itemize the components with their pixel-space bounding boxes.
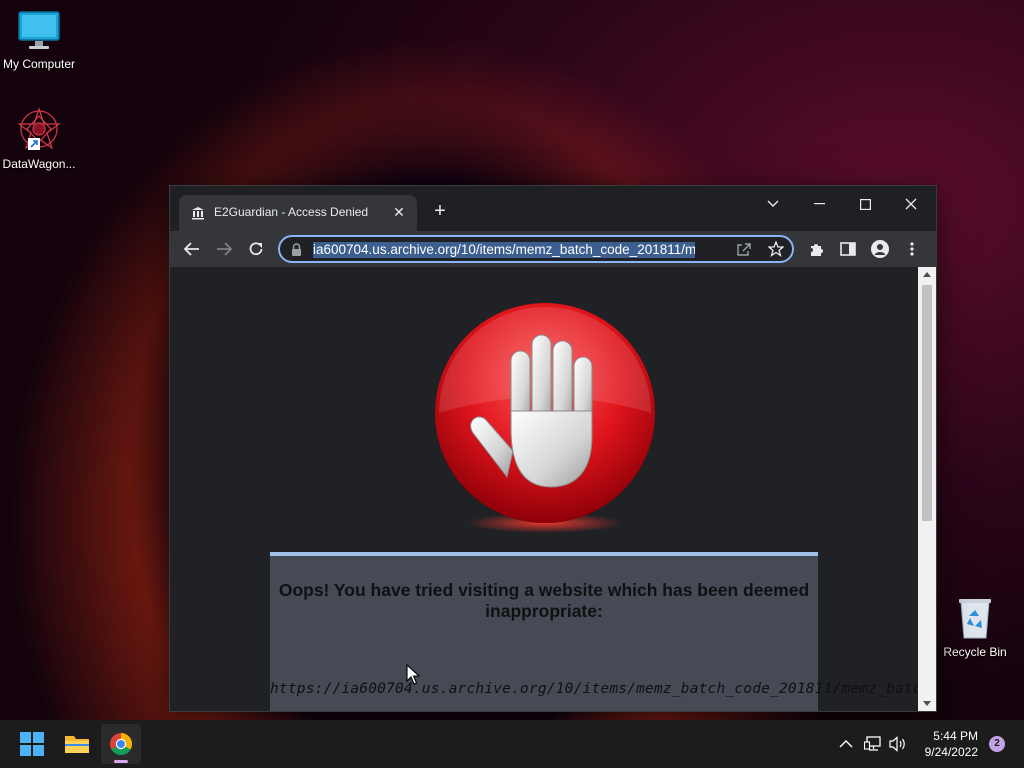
maximize-icon xyxy=(859,198,871,210)
arrow-right-icon xyxy=(217,242,232,256)
scroll-down-arrow-icon[interactable] xyxy=(923,701,931,707)
maximize-button[interactable] xyxy=(842,189,888,219)
chevron-down-icon xyxy=(767,200,779,207)
back-button[interactable] xyxy=(180,237,204,261)
close-icon xyxy=(905,198,917,210)
volume-icon[interactable] xyxy=(889,736,907,752)
file-explorer-button[interactable] xyxy=(57,724,97,764)
new-tab-button[interactable]: + xyxy=(429,201,451,223)
taskbar: 5:44 PM 9/24/2022 2 xyxy=(0,720,1024,768)
monitor-icon xyxy=(18,11,60,49)
desktop-icon-my-computer[interactable]: My Computer xyxy=(0,10,78,71)
side-panel-button[interactable] xyxy=(836,237,860,261)
lock-icon xyxy=(292,243,301,256)
address-bar[interactable]: ia600704.us.archive.org/10/items/memz_ba… xyxy=(278,235,794,263)
puzzle-icon xyxy=(811,244,823,256)
access-denied-heading: Oops! You have tried visiting a website … xyxy=(278,580,810,621)
star-icon[interactable] xyxy=(768,241,784,257)
browser-window: E2Guardian - Access Denied ✕ + ia600704.… xyxy=(169,185,937,712)
more-vert-icon xyxy=(910,242,914,256)
page-content: Oops! You have tried visiting a website … xyxy=(170,267,918,711)
folder-icon xyxy=(65,736,89,753)
extensions-button[interactable] xyxy=(804,237,828,261)
share-icon[interactable] xyxy=(736,242,752,257)
network-icon[interactable] xyxy=(864,736,882,752)
start-button[interactable] xyxy=(12,724,52,764)
windows-logo-icon xyxy=(20,732,44,756)
desktop-icon-label: Recycle Bin xyxy=(943,645,1007,659)
minimize-icon xyxy=(813,203,825,205)
desktop-icon-label: My Computer xyxy=(2,57,76,71)
tab-e2guardian[interactable]: E2Guardian - Access Denied ✕ xyxy=(179,195,417,231)
notification-badge[interactable]: 2 xyxy=(989,736,1005,752)
tab-strip: E2Guardian - Access Denied ✕ + xyxy=(170,186,936,231)
arrow-left-icon xyxy=(184,242,199,256)
browser-toolbar: ia600704.us.archive.org/10/items/memz_ba… xyxy=(170,231,936,267)
mouse-cursor-icon xyxy=(406,664,420,685)
bank-building-icon xyxy=(192,207,204,220)
reload-button[interactable] xyxy=(244,237,268,261)
close-window-button[interactable] xyxy=(888,189,934,219)
desktop-icon-recycle-bin[interactable]: Recycle Bin xyxy=(936,596,1014,659)
recycle-bin-icon xyxy=(959,599,991,639)
tab-title: E2Guardian - Access Denied xyxy=(214,205,369,219)
clock-time: 5:44 PM xyxy=(933,729,978,743)
desktop-icon-datawagon[interactable]: DataWagon... xyxy=(0,106,78,171)
system-clock[interactable]: 5:44 PM 9/24/2022 xyxy=(925,728,978,760)
url-text[interactable]: ia600704.us.archive.org/10/items/memz_ba… xyxy=(313,242,695,258)
side-panel-icon xyxy=(840,242,856,256)
chrome-icon xyxy=(110,733,132,755)
close-tab-icon[interactable]: ✕ xyxy=(389,202,409,222)
avatar-icon xyxy=(871,240,889,258)
scroll-up-arrow-icon[interactable] xyxy=(923,271,931,277)
clock-date: 9/24/2022 xyxy=(924,745,978,759)
menu-button[interactable] xyxy=(900,237,924,261)
forward-button[interactable] xyxy=(212,237,236,261)
desktop-icon-label: DataWagon... xyxy=(2,157,76,171)
minimize-button[interactable] xyxy=(796,189,842,219)
profile-button[interactable] xyxy=(868,237,892,261)
tab-search-button[interactable] xyxy=(750,189,796,219)
stop-hand-icon xyxy=(435,303,655,533)
active-app-indicator xyxy=(114,760,128,763)
datawagon-logo-icon xyxy=(17,107,61,150)
scroll-thumb[interactable] xyxy=(922,285,932,521)
vertical-scrollbar[interactable] xyxy=(918,267,936,711)
access-denied-panel: Oops! You have tried visiting a website … xyxy=(270,552,918,711)
chrome-taskbar-button[interactable] xyxy=(101,724,141,764)
blocked-url: https://ia600704.us.archive.org/10/items… xyxy=(270,681,918,697)
reload-icon xyxy=(249,242,263,256)
chevron-up-icon[interactable] xyxy=(839,739,853,748)
